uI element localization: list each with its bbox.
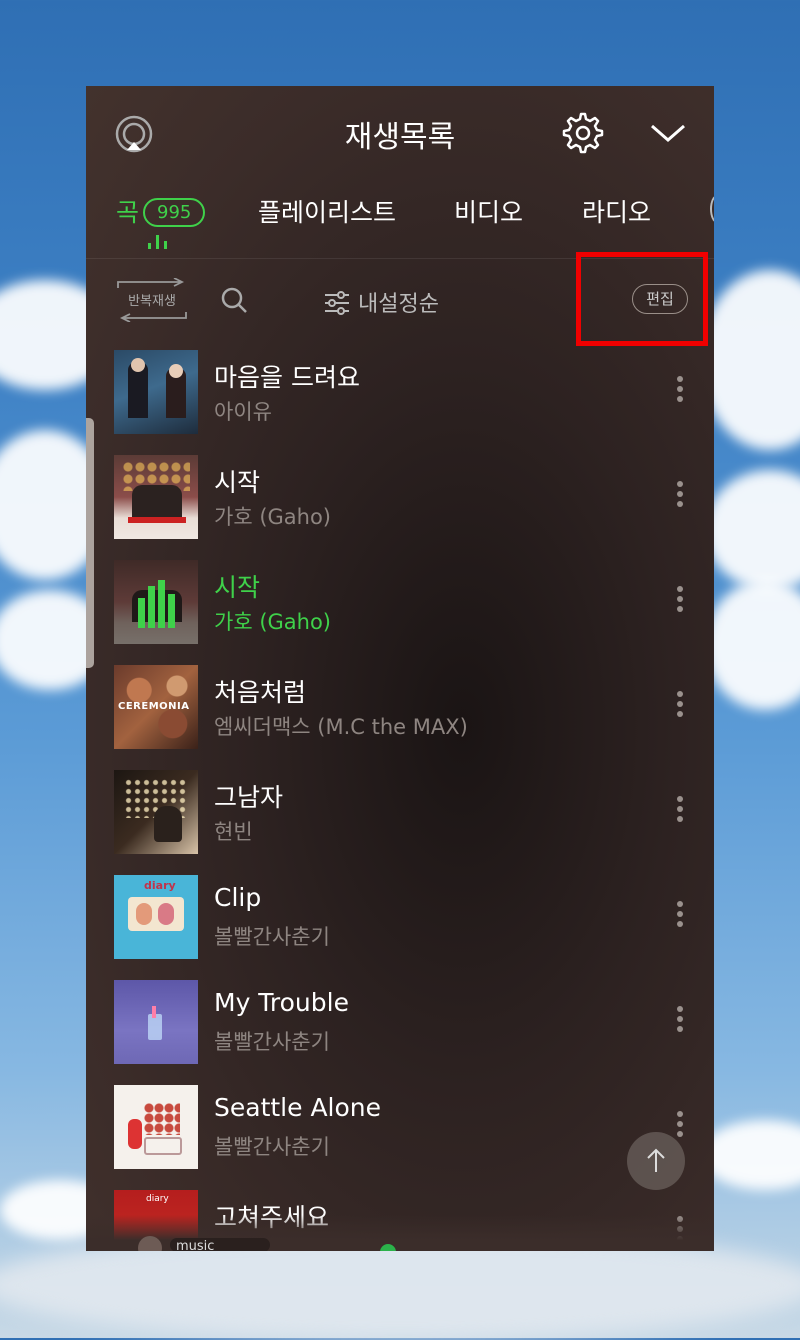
song-title: 시작 bbox=[214, 468, 261, 497]
cloud bbox=[700, 270, 800, 450]
list-item[interactable]: 그남자 현빈 bbox=[86, 768, 714, 873]
list-item[interactable]: Seattle Alone 볼빨간사춘기 bbox=[86, 1083, 714, 1188]
repeat-button[interactable]: 반복재생 bbox=[114, 277, 190, 323]
page-title: 재생목록 bbox=[344, 120, 456, 155]
active-tab-indicator-icon bbox=[146, 235, 170, 249]
album-art bbox=[114, 560, 198, 644]
repeat-label: 반복재생 bbox=[128, 294, 176, 309]
more-options-icon[interactable] bbox=[677, 1006, 685, 1034]
more-options-icon[interactable] bbox=[677, 376, 685, 404]
cloud bbox=[705, 580, 800, 710]
sort-sliders-icon bbox=[325, 291, 349, 315]
tab-songs-label: 곡 bbox=[116, 198, 140, 227]
album-art bbox=[114, 980, 198, 1064]
song-title: 처음처럼 bbox=[214, 678, 307, 707]
song-title: My Trouble bbox=[214, 988, 349, 1017]
arrow-up-icon bbox=[647, 1148, 665, 1172]
song-artist: 아이유 bbox=[214, 400, 272, 424]
mini-player-partial[interactable]: music bbox=[126, 1234, 286, 1251]
album-art bbox=[114, 1085, 198, 1169]
list-item[interactable]: diary Clip 볼빨간사춘기 bbox=[86, 873, 714, 978]
album-art: CEREMONIA bbox=[114, 665, 198, 749]
tab-radio[interactable]: 라디오 bbox=[582, 193, 651, 229]
song-title: Clip bbox=[214, 883, 262, 912]
list-item-now-playing[interactable]: 시작 가호 (Gaho) bbox=[86, 558, 714, 663]
song-artist: 볼빨간사춘기 bbox=[214, 1135, 330, 1159]
song-artist: 볼빨간사춘기 bbox=[214, 925, 330, 949]
cloud bbox=[705, 470, 800, 590]
album-art-text: CEREMONIA bbox=[118, 701, 190, 712]
more-options-icon[interactable] bbox=[677, 901, 685, 929]
song-title: Seattle Alone bbox=[214, 1093, 382, 1122]
sort-button[interactable]: 내설정순 bbox=[324, 286, 439, 317]
header: 재생목록 bbox=[86, 86, 714, 178]
list-item[interactable]: CEREMONIA 처음처럼 엠씨더맥스 (M.C the MAX) bbox=[86, 663, 714, 768]
cloud bbox=[700, 1120, 800, 1190]
mini-player-label: music bbox=[176, 1239, 214, 1251]
tab-songs[interactable]: 곡 995 bbox=[116, 193, 206, 229]
more-options-icon[interactable] bbox=[677, 796, 685, 824]
sort-label: 내설정순 bbox=[358, 292, 439, 317]
album-art: diary bbox=[114, 875, 198, 959]
song-title: 마음을 드려요 bbox=[214, 363, 360, 392]
list-item[interactable]: 시작 가호 (Gaho) bbox=[86, 453, 714, 558]
equalizer-icon bbox=[138, 580, 175, 628]
album-art bbox=[114, 350, 198, 434]
song-artist: 볼빨간사춘기 bbox=[214, 1030, 330, 1054]
list-item[interactable]: My Trouble 볼빨간사춘기 bbox=[86, 978, 714, 1083]
tab-videos[interactable]: 비디오 bbox=[454, 193, 523, 229]
song-artist: 가호 (Gaho) bbox=[214, 505, 332, 529]
more-options-icon[interactable] bbox=[677, 586, 685, 614]
song-artist: 현빈 bbox=[214, 820, 253, 844]
song-count-badge: 995 bbox=[143, 198, 206, 227]
song-artist: 가호 (Gaho) bbox=[214, 610, 332, 634]
song-title: 시작 bbox=[214, 573, 261, 602]
edit-button-highlight bbox=[576, 252, 708, 346]
album-art bbox=[114, 455, 198, 539]
gear-icon[interactable] bbox=[562, 112, 604, 154]
song-title: 그남자 bbox=[214, 783, 284, 812]
side-drag-handle[interactable] bbox=[86, 418, 94, 668]
chevron-down-icon[interactable] bbox=[648, 118, 688, 148]
search-icon[interactable] bbox=[220, 286, 248, 314]
tab-bar: 곡 995 플레이리스트 비디오 라디오 bbox=[86, 181, 714, 251]
list-item[interactable]: 마음을 드려요 아이유 bbox=[86, 348, 714, 453]
album-art-text: diary bbox=[146, 1194, 169, 1204]
song-artist: 엠씨더맥스 (M.C the MAX) bbox=[214, 715, 468, 739]
tab-overflow-partial[interactable] bbox=[710, 195, 714, 223]
more-options-icon[interactable] bbox=[677, 691, 685, 719]
more-options-icon[interactable] bbox=[677, 481, 685, 509]
tab-playlists[interactable]: 플레이리스트 bbox=[258, 193, 396, 229]
album-art bbox=[114, 770, 198, 854]
album-art-text: diary bbox=[144, 879, 176, 892]
scroll-to-top-button[interactable] bbox=[627, 1132, 685, 1190]
